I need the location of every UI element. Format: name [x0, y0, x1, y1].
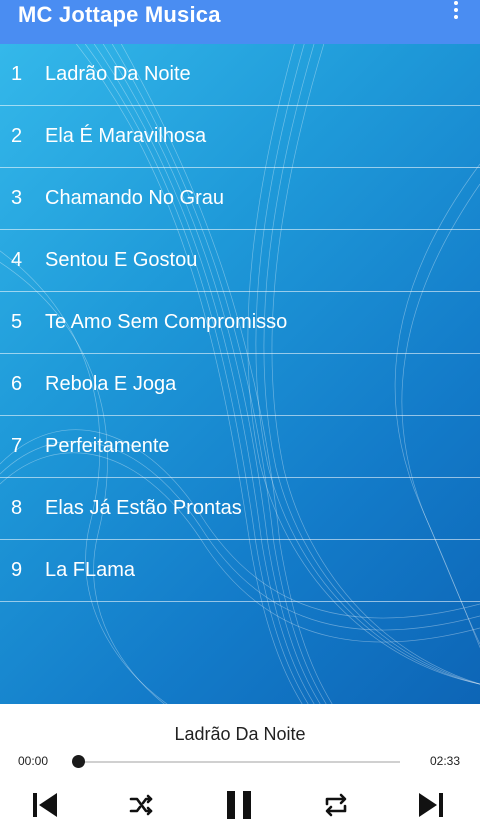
song-row[interactable]: 4 Sentou E Gostou: [0, 230, 480, 292]
skip-next-icon[interactable]: [414, 790, 448, 820]
song-number: 3: [11, 187, 23, 209]
app-title: MC Jottape Musica: [18, 2, 221, 27]
player-bar: Ladrão Da Noite 00:00 02:33: [0, 704, 480, 829]
shuffle-icon[interactable]: [126, 790, 158, 820]
song-title: Ela É Maravilhosa: [45, 125, 207, 147]
song-row[interactable]: 5 Te Amo Sem Compromisso: [0, 292, 480, 354]
song-title: Elas Já Estão Prontas: [45, 497, 242, 519]
song-row[interactable]: 3 Chamando No Grau: [0, 168, 480, 230]
song-number: 7: [11, 435, 23, 457]
seek-bar[interactable]: [78, 761, 400, 763]
skip-previous-icon[interactable]: [28, 790, 62, 820]
song-number: 6: [11, 373, 23, 395]
song-title: Perfeitamente: [45, 435, 170, 457]
song-title: Sentou E Gostou: [45, 249, 198, 271]
more-vert-icon[interactable]: [446, 1, 466, 31]
now-playing-title: Ladrão Da Noite: [174, 724, 306, 744]
song-title: Te Amo Sem Compromisso: [45, 311, 288, 333]
current-time: 00:00: [18, 754, 49, 768]
song-list-area: 1 Ladrão Da Noite 2 Ela É Maravilhosa 3 …: [0, 44, 480, 704]
song-number: 2: [11, 125, 23, 147]
song-number: 4: [11, 249, 23, 271]
song-number: 5: [11, 311, 23, 333]
repeat-icon[interactable]: [320, 790, 352, 820]
song-number: 8: [11, 497, 23, 519]
song-number: 9: [11, 559, 23, 581]
song-number: 1: [11, 63, 23, 85]
song-title: Rebola E Joga: [45, 373, 177, 395]
seek-thumb[interactable]: [72, 755, 85, 768]
song-title: La FLama: [45, 559, 136, 581]
song-list: 1 Ladrão Da Noite 2 Ela É Maravilhosa 3 …: [0, 44, 480, 602]
song-row[interactable]: 8 Elas Já Estão Prontas: [0, 478, 480, 540]
song-row[interactable]: 9 La FLama: [0, 540, 480, 602]
duration: 02:33: [429, 754, 460, 768]
song-row[interactable]: 6 Rebola E Joga: [0, 354, 480, 416]
song-row[interactable]: 2 Ela É Maravilhosa: [0, 106, 480, 168]
pause-icon[interactable]: [222, 790, 256, 820]
app-bar: MC Jottape Musica: [0, 0, 480, 44]
song-row[interactable]: 7 Perfeitamente: [0, 416, 480, 478]
song-title: Chamando No Grau: [45, 187, 224, 209]
song-title: Ladrão Da Noite: [45, 63, 191, 85]
song-row[interactable]: 1 Ladrão Da Noite: [0, 44, 480, 106]
